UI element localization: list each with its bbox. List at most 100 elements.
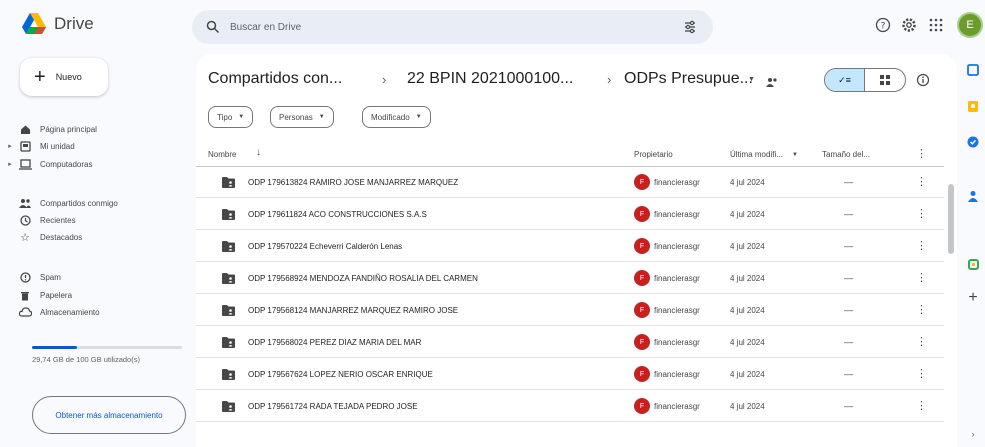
chevron-down-icon: ▼: [238, 114, 245, 120]
keep-icon[interactable]: [965, 98, 981, 114]
sort-arrow-icon[interactable]: ↓: [256, 147, 261, 158]
table-row[interactable]: ODP 179613824 RAMIRO JOSE MANJARREZ MARQ…: [196, 167, 944, 198]
help-icon[interactable]: ?: [874, 16, 892, 34]
more-actions-icon[interactable]: ⋮: [916, 335, 927, 348]
more-actions-icon[interactable]: ⋮: [916, 271, 927, 284]
table-row[interactable]: ODP 179568024 PEREZ DIAZ MARIA DEL MAR Ff…: [196, 327, 944, 358]
modified-date: 4 jul 2024: [730, 402, 765, 411]
expand-panel-icon[interactable]: ›: [965, 426, 981, 442]
storage-progress-bar: [32, 346, 182, 349]
computer-icon: [16, 158, 34, 170]
search-input[interactable]: Buscar en Drive: [230, 22, 301, 33]
table-row[interactable]: ODP 179568924 MENDOZA FANDIÑO ROSALIA DE…: [196, 263, 944, 294]
cloud-icon: [16, 307, 34, 317]
owner-avatar: F: [634, 174, 650, 190]
breadcrumb-separator-icon: ›: [382, 72, 387, 87]
expand-arrow-icon[interactable]: ▸: [4, 142, 16, 150]
table-row[interactable]: ODP 179561724 RADA TEJADA PEDRO JOSE Ffin…: [196, 391, 944, 422]
chevron-down-icon[interactable]: ▼: [792, 152, 798, 158]
get-more-storage-button[interactable]: Obtener más almacenamiento: [32, 396, 186, 434]
addon-icon[interactable]: [965, 256, 981, 272]
more-actions-icon[interactable]: ⋮: [916, 207, 927, 220]
filter-type-chip[interactable]: Tipo ▼: [208, 106, 254, 128]
tasks-icon[interactable]: [965, 134, 981, 150]
owner-name: financierasgr: [654, 402, 700, 411]
table-row[interactable]: ODP 179570224 Echeverri Calderón Lenas Ff…: [196, 231, 944, 262]
modified-date: 4 jul 2024: [730, 178, 765, 187]
share-people-icon[interactable]: [766, 74, 778, 92]
more-actions-icon[interactable]: ⋮: [916, 175, 927, 188]
new-button-label: Nuevo: [55, 72, 82, 82]
view-toggle: ✓≡: [824, 68, 906, 92]
calendar-icon[interactable]: [965, 62, 981, 78]
add-addon-icon[interactable]: +: [965, 289, 981, 306]
search-icon[interactable]: [206, 20, 220, 34]
file-name[interactable]: ODP 179570224 Echeverri Calderón Lenas: [248, 242, 402, 251]
folder-menu-arrow-icon[interactable]: ▼: [748, 76, 755, 83]
table-row[interactable]: ODP 179568124 MANJARREZ MARQUEZ RAMIRO J…: [196, 295, 944, 326]
sidebar-item-shared-with-me[interactable]: Compartidos conmigo: [4, 194, 118, 212]
account-avatar[interactable]: E: [957, 12, 983, 38]
column-options-icon[interactable]: ⋮: [916, 147, 927, 160]
grid-view-icon: [880, 75, 890, 85]
info-icon[interactable]: [916, 73, 930, 92]
file-name[interactable]: ODP 179567624 LOPEZ NERIO OSCAR ENRIQUE: [248, 370, 433, 379]
modified-date: 4 jul 2024: [730, 306, 765, 315]
sidebar-item-label: Compartidos conmigo: [40, 198, 118, 208]
column-header-modified[interactable]: Última modifi...: [730, 150, 783, 159]
owner-name: financierasgr: [654, 178, 700, 187]
modified-date: 4 jul 2024: [730, 370, 765, 379]
more-actions-icon[interactable]: ⋮: [916, 303, 927, 316]
sidebar-item-home[interactable]: Página principal: [4, 120, 97, 138]
sidebar-item-storage[interactable]: Almacenamiento: [4, 303, 100, 321]
expand-arrow-icon[interactable]: ▸: [4, 160, 16, 168]
file-name[interactable]: ODP 179568024 PEREZ DIAZ MARIA DEL MAR: [248, 338, 421, 347]
more-actions-icon[interactable]: ⋮: [916, 399, 927, 412]
file-name[interactable]: ODP 179561724 RADA TEJADA PEDRO JOSE: [248, 402, 418, 411]
breadcrumb-item-bpin[interactable]: 22 BPIN 2021000100...: [407, 70, 573, 88]
more-actions-icon[interactable]: ⋮: [916, 239, 927, 252]
owner-avatar: F: [634, 366, 650, 382]
new-button[interactable]: + Nuevo: [20, 58, 108, 96]
svg-text:?: ?: [881, 22, 886, 32]
sidebar-item-recent[interactable]: Recientes: [4, 211, 76, 229]
file-name[interactable]: ODP 179568924 MENDOZA FANDIÑO ROSALIA DE…: [248, 274, 478, 283]
file-name[interactable]: ODP 179613824 RAMIRO JOSE MANJARREZ MARQ…: [248, 178, 458, 187]
sidebar-item-my-drive[interactable]: ▸ Mi unidad: [4, 137, 75, 155]
owner-avatar: F: [634, 398, 650, 414]
contacts-icon[interactable]: [965, 188, 981, 204]
shared-folder-icon: [222, 273, 235, 284]
owner-avatar: F: [634, 206, 650, 222]
breadcrumb-item-current[interactable]: ODPs Presupue...: [624, 70, 753, 88]
settings-gear-icon[interactable]: [900, 16, 918, 34]
more-actions-icon[interactable]: ⋮: [916, 367, 927, 380]
file-name[interactable]: ODP 179611824 ACO CONSTRUCCIONES S.A.S: [248, 210, 427, 219]
chevron-down-icon: ▼: [318, 114, 325, 120]
filter-modified-chip[interactable]: Modificado ▼: [362, 106, 431, 128]
sidebar-item-trash[interactable]: Papelera: [4, 286, 72, 304]
drive-logo[interactable]: Drive: [22, 13, 94, 35]
owner-name: financierasgr: [654, 274, 700, 283]
search-bar[interactable]: Buscar en Drive: [192, 10, 713, 44]
scrollbar[interactable]: [948, 184, 954, 254]
table-row[interactable]: ODP 179567624 LOPEZ NERIO OSCAR ENRIQUE F…: [196, 359, 944, 390]
owner-avatar: F: [634, 302, 650, 318]
column-header-name[interactable]: Nombre: [208, 150, 236, 159]
column-header-size[interactable]: Tamaño del...: [822, 150, 870, 159]
sidebar-item-spam[interactable]: Spam: [4, 268, 61, 286]
drive-logo-icon: [22, 13, 46, 34]
table-row[interactable]: ODP 179611824 ACO CONSTRUCCIONES S.A.S Ff…: [196, 199, 944, 230]
grid-view-button[interactable]: [865, 69, 905, 91]
breadcrumb-item-shared[interactable]: Compartidos con...: [208, 70, 342, 88]
list-view-button[interactable]: ✓≡: [825, 69, 866, 91]
sidebar-item-label: Página principal: [40, 124, 97, 134]
sidebar-item-starred[interactable]: ☆ Destacados: [4, 228, 82, 246]
file-name[interactable]: ODP 179568124 MANJARREZ MARQUEZ RAMIRO J…: [248, 306, 458, 315]
filter-people-chip[interactable]: Personas ▼: [270, 106, 334, 128]
sidebar-item-computers[interactable]: ▸ Computadoras: [4, 155, 92, 173]
shared-folder-icon: [222, 337, 235, 348]
owner-name: financierasgr: [654, 306, 700, 315]
file-size: —: [844, 337, 853, 347]
search-options-icon[interactable]: [683, 20, 697, 34]
apps-grid-icon[interactable]: [927, 16, 945, 34]
